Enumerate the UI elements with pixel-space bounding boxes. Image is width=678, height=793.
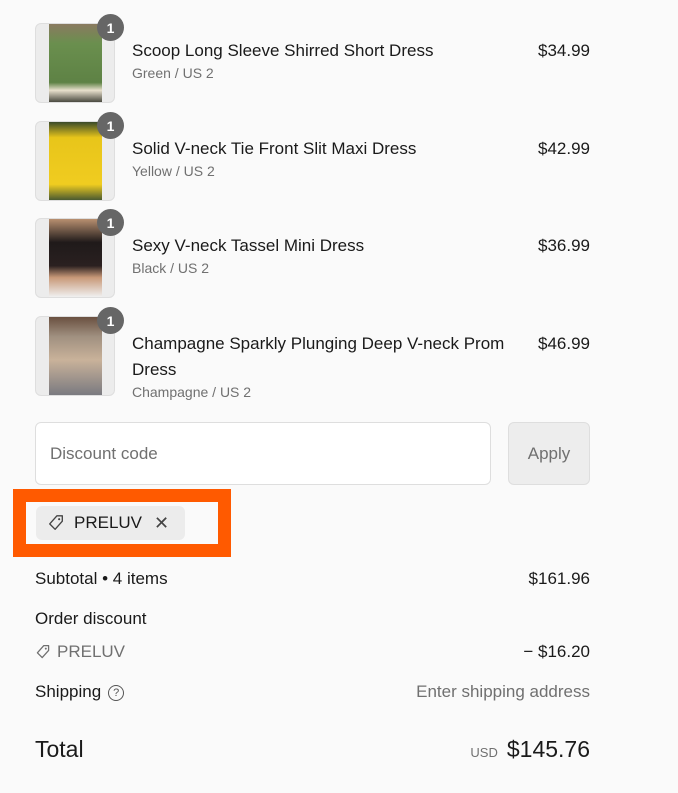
order-summary: 1 Scoop Long Sleeve Shirred Short Dress … bbox=[0, 0, 678, 793]
discount-code-label: PRELUV bbox=[57, 642, 126, 661]
discount-code-input[interactable] bbox=[35, 422, 491, 485]
product-thumbnail: 1 bbox=[35, 112, 124, 201]
quantity-badge: 1 bbox=[97, 112, 124, 139]
tag-icon bbox=[36, 644, 50, 659]
applied-discount-chip: PRELUV ✕ bbox=[36, 506, 185, 540]
subtotal-row: Subtotal • 4 items $161.96 bbox=[35, 569, 590, 589]
quantity-badge: 1 bbox=[97, 307, 124, 334]
line-item: 1 Champagne Sparkly Plunging Deep V-neck… bbox=[35, 307, 590, 400]
applied-code-label: PRELUV bbox=[74, 513, 143, 532]
product-image bbox=[48, 122, 102, 200]
product-title: Champagne Sparkly Plunging Deep V-neck P… bbox=[132, 334, 505, 379]
product-variant: Green / US 2 bbox=[132, 65, 214, 81]
discount-detail-row: PRELUV − $16.20 bbox=[35, 642, 590, 662]
product-image bbox=[48, 219, 102, 297]
subtotal-value: $161.96 bbox=[528, 569, 590, 588]
total-label: Total bbox=[35, 736, 84, 762]
product-title: Sexy V-neck Tassel Mini Dress bbox=[132, 236, 365, 255]
line-item: 1 Sexy V-neck Tassel Mini Dress Black / … bbox=[35, 209, 590, 298]
product-thumbnail: 1 bbox=[35, 307, 124, 396]
product-price: $42.99 bbox=[538, 139, 590, 158]
total-value: $145.76 bbox=[506, 736, 590, 762]
shipping-row: Shipping? Enter shipping address bbox=[35, 682, 590, 702]
apply-button[interactable]: Apply bbox=[508, 422, 590, 485]
discount-value: − $16.20 bbox=[523, 642, 590, 661]
currency-code: USD bbox=[470, 745, 498, 760]
product-image bbox=[48, 317, 102, 395]
tag-icon bbox=[49, 515, 63, 530]
order-discount-label: Order discount bbox=[35, 609, 147, 628]
help-icon[interactable]: ? bbox=[108, 684, 125, 701]
product-price: $36.99 bbox=[538, 236, 590, 255]
quantity-badge: 1 bbox=[97, 14, 124, 41]
product-thumbnail: 1 bbox=[35, 209, 124, 298]
product-title: Solid V-neck Tie Front Slit Maxi Dress bbox=[132, 139, 417, 158]
shipping-label: Shipping bbox=[35, 682, 102, 701]
product-price: $34.99 bbox=[538, 41, 590, 60]
product-image bbox=[48, 24, 102, 102]
line-item: 1 Scoop Long Sleeve Shirred Short Dress … bbox=[35, 14, 590, 103]
subtotal-label: Subtotal • 4 items bbox=[35, 569, 168, 588]
discount-form: Apply bbox=[35, 422, 590, 485]
shipping-value: Enter shipping address bbox=[416, 682, 590, 701]
product-variant: Yellow / US 2 bbox=[132, 163, 215, 179]
quantity-badge: 1 bbox=[97, 209, 124, 236]
product-thumbnail: 1 bbox=[35, 14, 124, 103]
product-variant: Black / US 2 bbox=[132, 260, 210, 276]
remove-discount-icon[interactable]: ✕ bbox=[154, 514, 169, 532]
product-title: Scoop Long Sleeve Shirred Short Dress bbox=[132, 41, 434, 60]
order-discount-row: Order discount bbox=[35, 609, 590, 629]
line-item: 1 Solid V-neck Tie Front Slit Maxi Dress… bbox=[35, 112, 590, 201]
total-row: Total USD $145.76 bbox=[35, 736, 590, 763]
product-price: $46.99 bbox=[538, 334, 590, 353]
product-variant: Champagne / US 2 bbox=[132, 384, 252, 400]
